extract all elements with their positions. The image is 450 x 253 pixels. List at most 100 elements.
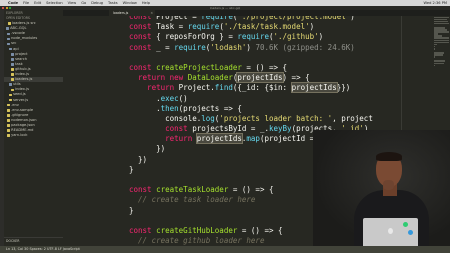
code-token: find <box>214 83 233 93</box>
folder-icon <box>7 32 10 36</box>
menu-tasks[interactable]: Tasks <box>108 1 118 5</box>
code-token: map <box>246 134 260 144</box>
menu-code[interactable]: Code <box>8 1 18 5</box>
code-token: return <box>129 83 179 93</box>
menu-view[interactable]: View <box>68 1 77 5</box>
code-token: projectsById = _. <box>192 124 269 134</box>
tab-label: loaders.js <box>113 11 129 15</box>
code-token: exec <box>160 93 179 103</box>
code-token: require <box>201 16 233 21</box>
code-token: const <box>129 185 157 195</box>
code-line[interactable]: return new DataLoader(projectIds) => { <box>129 72 377 84</box>
code-token: 'lodash' <box>210 42 247 52</box>
code-token: }}) <box>336 83 351 93</box>
code-token: './project/project.model' <box>237 16 351 21</box>
code-token: projectIds <box>236 72 284 84</box>
folder-icon <box>11 52 14 56</box>
menu-window[interactable]: Window <box>123 1 137 5</box>
laptop-sticker-icon <box>403 222 408 227</box>
folder-icon <box>6 27 9 31</box>
docker-section[interactable]: DOCKER <box>4 237 63 243</box>
code-token: // create task loader here <box>129 195 256 205</box>
code-line[interactable]: const _ = require('lodash') 70.6K (gzipp… <box>129 43 377 53</box>
minimap-line <box>434 54 443 56</box>
file-icon <box>7 108 10 112</box>
menu-file[interactable]: File <box>23 1 29 5</box>
code-token: const <box>129 42 157 52</box>
code-token: = () => { <box>237 225 283 235</box>
code-line[interactable]: const createProjectLoader = () => { <box>129 63 377 73</box>
code-token: require <box>174 42 206 52</box>
code-token: const <box>129 16 157 21</box>
menu-selection[interactable]: Selection <box>46 1 63 5</box>
code-token: return <box>129 134 197 144</box>
code-token: createTaskLoader <box>156 185 229 195</box>
code-token: './task/task.model' <box>223 22 310 32</box>
code-token: 70.6K (gzipped: 24.6K) <box>255 42 355 52</box>
code-token: , project <box>332 113 373 123</box>
file-icon <box>9 93 12 97</box>
docker-section-label: DOCKER <box>6 239 20 243</box>
code-token: ) <box>318 32 324 42</box>
code-token: './github' <box>273 32 319 42</box>
code-token: Task = <box>156 22 188 32</box>
code-line[interactable]: return Project.find({_id: {$in: projectI… <box>129 82 377 94</box>
code-token: { reposForOrg } = <box>156 32 238 42</box>
code-line[interactable]: .then(projects => { <box>129 104 377 114</box>
code-token: . <box>129 93 161 103</box>
code-token: _ = <box>156 42 175 52</box>
menu-help[interactable]: Help <box>142 1 150 5</box>
file-icon <box>9 98 12 102</box>
code-token: then <box>160 103 179 113</box>
code-line[interactable]: .exec() <box>129 94 377 104</box>
folder-icon <box>7 37 10 41</box>
folder-icon <box>7 42 10 46</box>
file-icon <box>11 88 14 92</box>
file-icon <box>8 22 11 25</box>
code-line[interactable]: console.log('projects loader batch: ', p… <box>129 114 377 124</box>
code-token: (projects => { <box>178 103 242 113</box>
minimize-window-button[interactable] <box>5 7 8 9</box>
file-icon <box>7 134 10 137</box>
close-window-button[interactable] <box>2 7 4 9</box>
code-token: DataLoader <box>187 73 233 83</box>
code-token: const <box>129 62 157 72</box>
code-token: 'projects loader batch: ' <box>219 113 333 123</box>
code-line[interactable]: const Task = require('./task/task.model'… <box>129 22 377 32</box>
file-item[interactable]: yarn.lock <box>4 133 63 138</box>
status-bar: Ln 13, Col 30 Spaces: 2 UTF-8 LF JavaScr… <box>0 246 450 253</box>
folder-icon <box>9 47 12 51</box>
tree-item-label: yarn.lock <box>11 133 28 138</box>
code-token: const <box>129 22 157 32</box>
folder-icon <box>9 83 12 87</box>
code-token: . <box>129 103 161 113</box>
code-token: const <box>129 32 157 42</box>
code-token: = () => { <box>241 62 288 72</box>
webcam-overlay <box>313 130 450 246</box>
presenter-hair <box>376 152 402 161</box>
minimap-line <box>434 62 444 65</box>
file-icon <box>7 119 10 122</box>
code-token: ({_id: {$in: <box>232 83 292 93</box>
menu-go[interactable]: Go <box>81 1 86 5</box>
menu-debug[interactable]: Debug <box>91 1 103 5</box>
code-line[interactable] <box>129 53 377 63</box>
file-tree: loaders.js src ABC-GQL .vscode node_modules… <box>4 21 63 138</box>
code-token: projectIds <box>195 133 243 145</box>
code-token: } <box>129 205 134 215</box>
code-token: console. <box>129 113 202 123</box>
code-token: projectIds <box>290 82 338 94</box>
code-line[interactable]: const { reposForOrg } = require('./githu… <box>129 32 377 42</box>
status-text[interactable]: Ln 13, Col 30 Spaces: 2 UTF-8 LF JavaScr… <box>6 247 80 251</box>
menubar-clock[interactable]: Wed 2:36 PM <box>424 1 447 5</box>
code-token: }) <box>129 154 148 164</box>
code-token: ) <box>350 16 355 21</box>
laptop-sticker-icon <box>408 230 413 235</box>
code-token: log <box>201 113 215 123</box>
file-icon <box>7 114 10 117</box>
menu-edit[interactable]: Edit <box>34 1 41 5</box>
zoom-window-button[interactable] <box>9 7 11 9</box>
code-token: ) <box>309 22 315 32</box>
explorer-sidebar: EXPLORER OPEN EDITORS loaders.js src ABC-… <box>4 10 63 246</box>
file-icon <box>7 103 10 107</box>
